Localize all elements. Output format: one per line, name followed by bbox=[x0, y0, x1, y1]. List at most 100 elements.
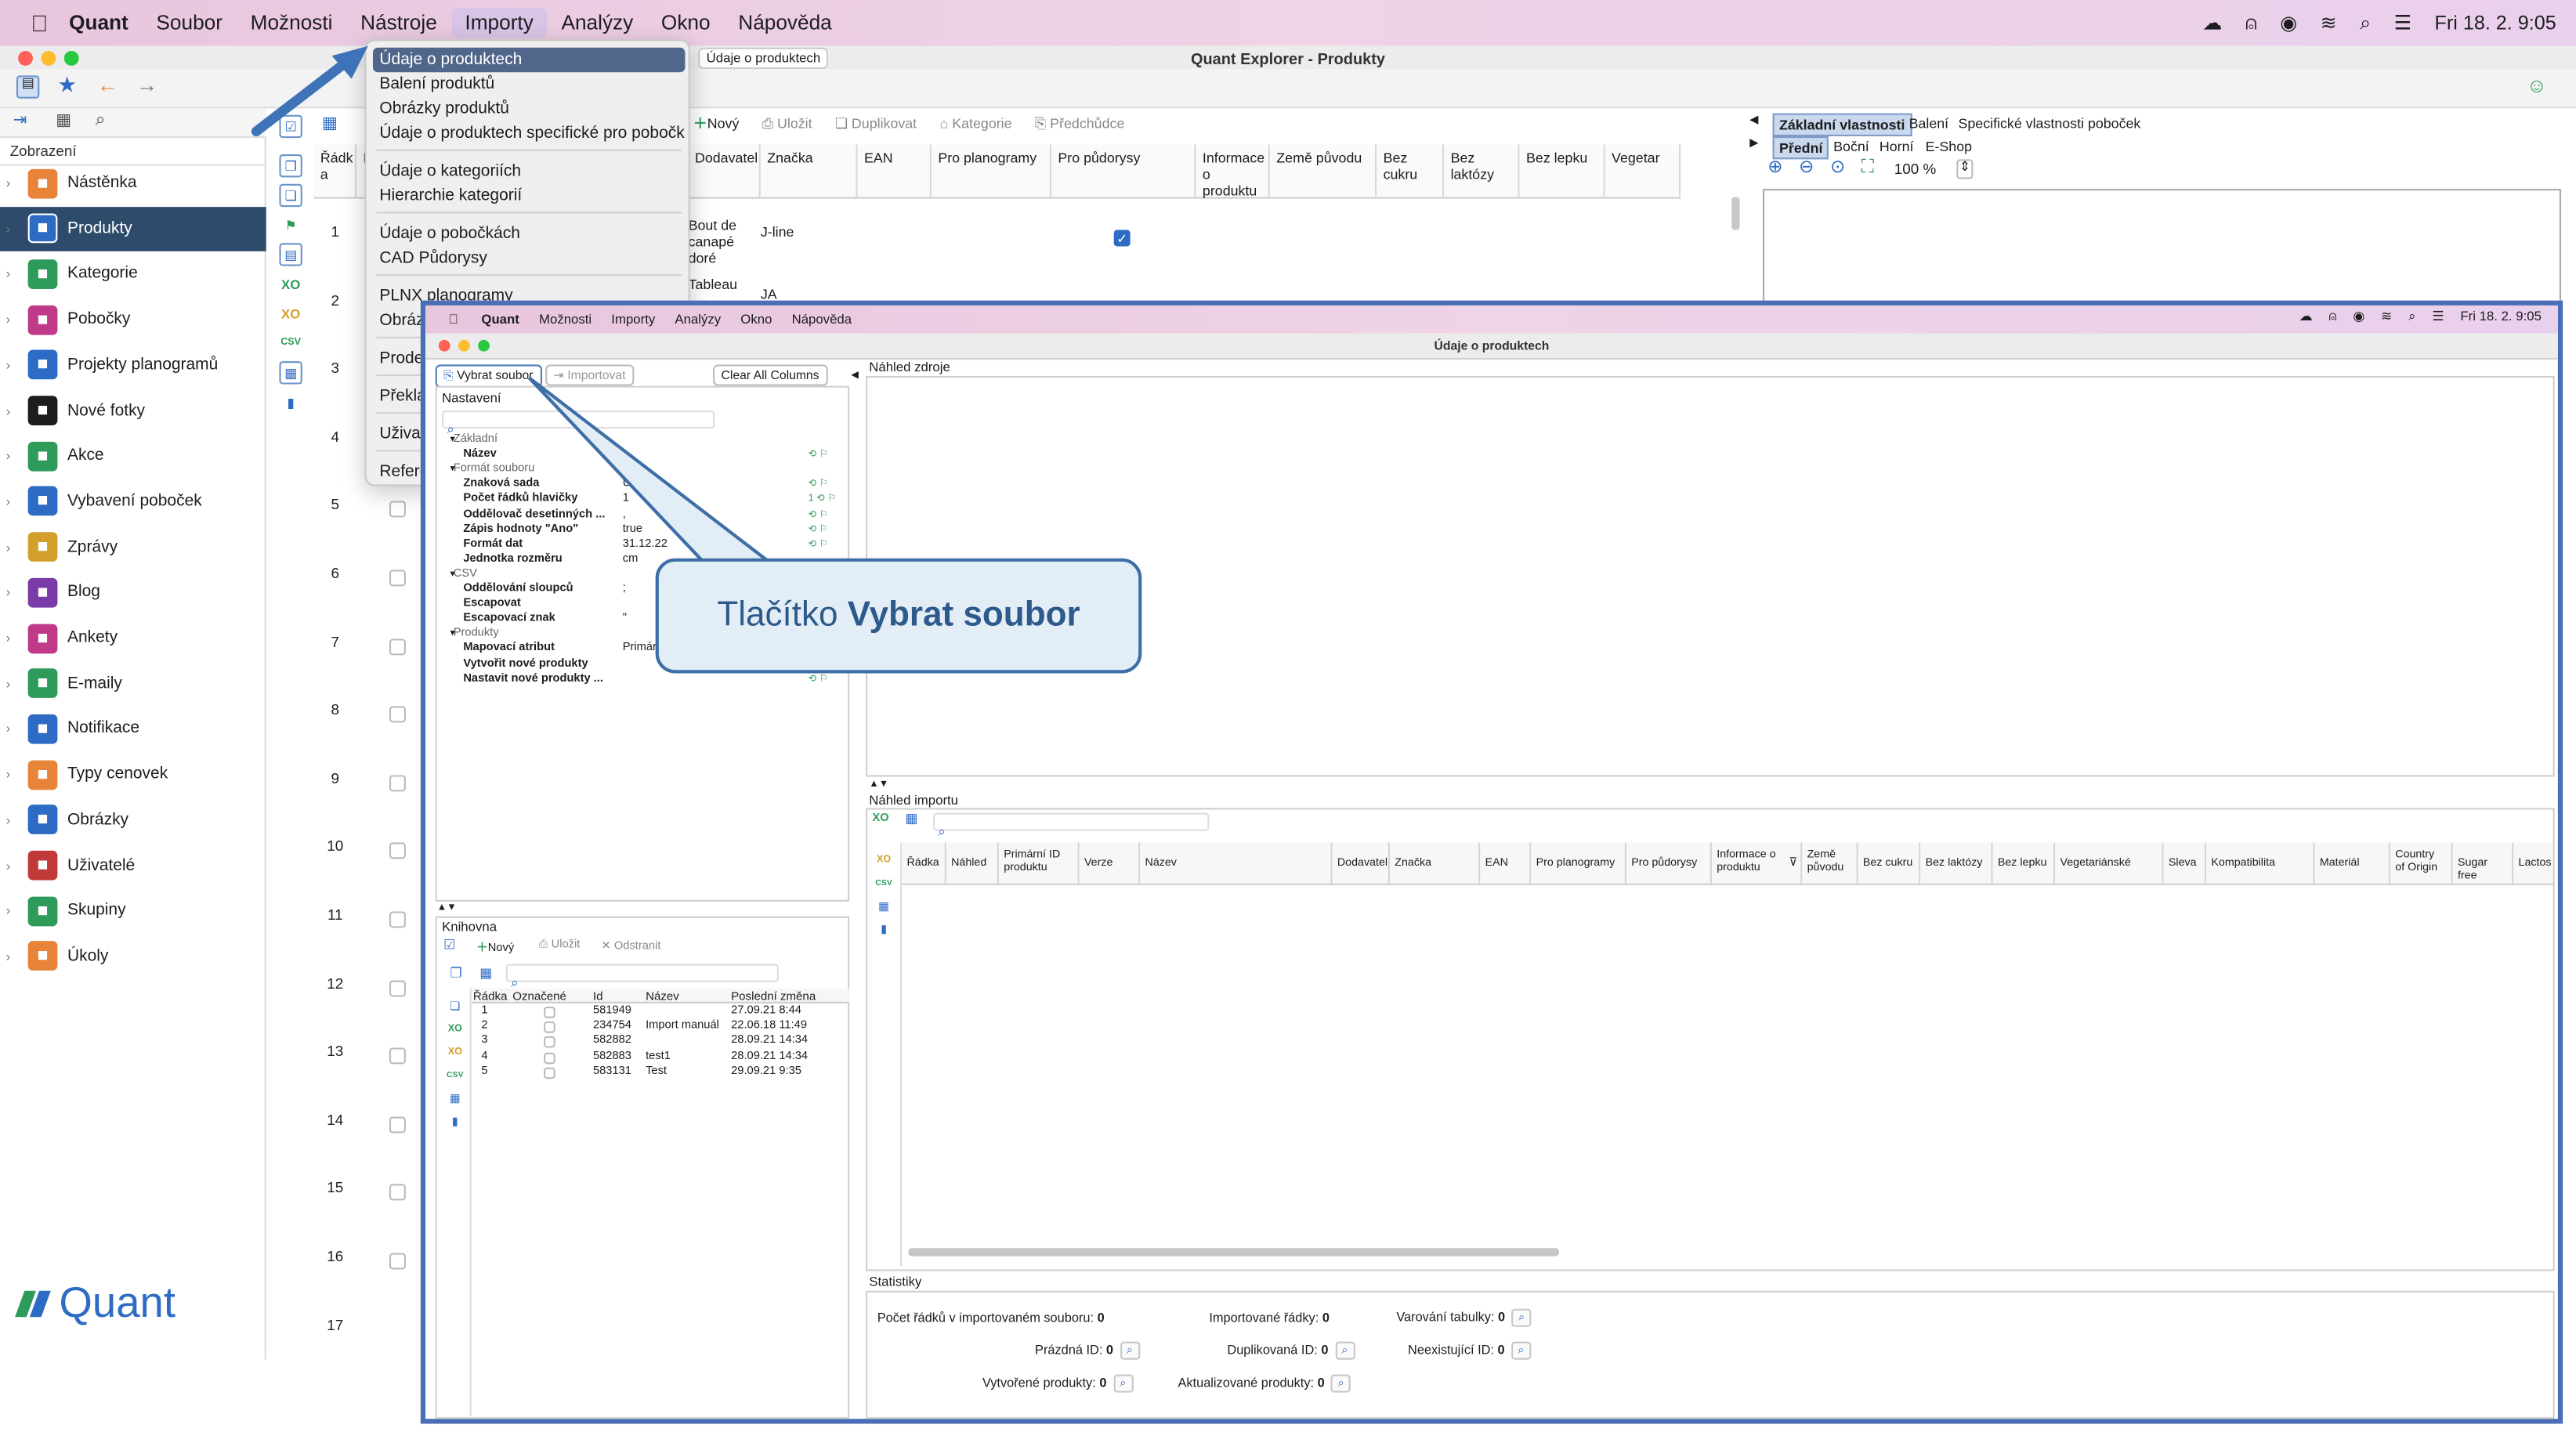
tab-packaging[interactable]: Balení bbox=[1904, 114, 1953, 133]
csv-icon[interactable]: CSV bbox=[875, 875, 892, 891]
import-column-header[interactable]: Country of Origin bbox=[2390, 842, 2453, 885]
column-header[interactable]: Pro planogramy bbox=[931, 144, 1052, 199]
vpn-icon[interactable]: ⍝ bbox=[2245, 13, 2257, 33]
tab-udaje-o-produktech[interactable]: Údaje o produktech bbox=[698, 47, 829, 70]
row-number[interactable]: 6 bbox=[314, 565, 357, 581]
row-number[interactable]: 5 bbox=[314, 497, 357, 513]
menu-soubor[interactable]: Soubor bbox=[143, 8, 236, 38]
chevron-right-icon[interactable]: › bbox=[0, 540, 16, 555]
expand-arrow-icon[interactable]: ▶ bbox=[1749, 138, 1758, 150]
table-settings-icon[interactable]: ▦ bbox=[279, 361, 302, 385]
menu-item-import-5[interactable]: Hierarchie kategorií bbox=[373, 184, 685, 208]
menu-moznosti[interactable]: Možnosti bbox=[237, 8, 346, 38]
tab-eshop-view[interactable]: E-Shop bbox=[1920, 136, 1977, 156]
row-number[interactable]: 1 bbox=[314, 223, 357, 240]
chevron-right-icon[interactable]: › bbox=[0, 721, 16, 736]
wifi-icon[interactable]: ≋ bbox=[2321, 13, 2337, 33]
menu-nastroje[interactable]: Nástroje bbox=[347, 8, 450, 38]
select-all-icon[interactable]: ☑ bbox=[443, 938, 455, 953]
zoom-out-icon[interactable]: ⊖ bbox=[1799, 158, 1814, 177]
row-number[interactable]: 9 bbox=[314, 770, 357, 787]
predecessor-button[interactable]: ⎘ Předchůdce bbox=[1035, 114, 1124, 132]
zoom-in-icon[interactable]: ⌕ bbox=[1113, 1374, 1133, 1393]
product-supplier-cell[interactable]: JA bbox=[761, 286, 777, 302]
column-header[interactable]: Bez cukru bbox=[1377, 144, 1445, 199]
csv-icon[interactable]: CSV bbox=[279, 331, 302, 354]
sidebar-item-groups[interactable]: › ■ Skupiny bbox=[0, 888, 266, 933]
sidebar-item-email[interactable]: › ■ E-maily bbox=[0, 661, 266, 706]
settings-row[interactable]: Nastavit nové produkty ... ⟲ ⚐ bbox=[450, 673, 853, 688]
row-number[interactable]: 3 bbox=[314, 360, 357, 376]
sidebar-item-promo[interactable]: › ■ Akce bbox=[0, 434, 266, 479]
apple-icon[interactable]:  bbox=[448, 312, 458, 327]
menu-item-import-0[interactable]: Údaje o produktech bbox=[372, 47, 686, 73]
column-header[interactable]: Značka bbox=[760, 144, 858, 199]
import-column-header[interactable]: Bez cukru bbox=[1858, 842, 1921, 885]
tab-front-view[interactable]: Přední bbox=[1772, 136, 1829, 160]
row-number[interactable]: 10 bbox=[314, 838, 357, 855]
splitter-arrows-icon[interactable]: ▲▼ bbox=[437, 903, 457, 913]
column-header[interactable]: Vegetar bbox=[1605, 144, 1681, 199]
row-number[interactable]: 11 bbox=[314, 906, 357, 923]
favorite-star-icon[interactable]: ★ bbox=[57, 74, 76, 95]
import-column-header[interactable]: EAN bbox=[1480, 842, 1532, 885]
duplicate-icon[interactable]: ❏ bbox=[279, 183, 302, 208]
chevron-right-icon[interactable]: › bbox=[0, 631, 16, 645]
control-center-icon[interactable]: ☰ bbox=[2394, 13, 2412, 33]
library-search-input[interactable]: ⌕ bbox=[505, 964, 779, 990]
row-number[interactable]: 8 bbox=[314, 702, 357, 718]
library-col-name[interactable]: Název bbox=[646, 989, 679, 1003]
chevron-right-icon[interactable]: › bbox=[0, 585, 16, 600]
import-column-header[interactable]: Pro půdorysy bbox=[1626, 842, 1712, 885]
row-checkbox[interactable] bbox=[389, 570, 406, 587]
sidebar-item-users[interactable]: › ■ Uživatelé bbox=[0, 843, 266, 888]
import-column-header[interactable]: Náhled bbox=[946, 842, 999, 885]
import-column-header[interactable]: Bez laktózy bbox=[1920, 842, 1993, 885]
cloud-icon[interactable]: ☁ bbox=[2299, 309, 2313, 325]
library-col-row[interactable]: Řádka bbox=[473, 989, 508, 1003]
import-column-header[interactable]: Značka bbox=[1389, 842, 1481, 885]
import-preview-search-input[interactable]: ⌕ bbox=[933, 812, 1210, 839]
zoom-in-icon[interactable]: ⊕ bbox=[1767, 158, 1782, 177]
column-header[interactable]: Dodavatel bbox=[688, 144, 761, 199]
play-circle-icon[interactable]: ◉ bbox=[2353, 309, 2364, 325]
save-product-button[interactable]: ⎙ Uložit bbox=[762, 114, 812, 132]
column-header[interactable]: Bez laktózy bbox=[1444, 144, 1520, 199]
menu-moznosti[interactable]: Možnosti bbox=[529, 310, 601, 328]
row-number[interactable]: 12 bbox=[314, 975, 357, 991]
new-product-button[interactable]: ＋Nový bbox=[693, 114, 739, 133]
settings-value[interactable]: " bbox=[623, 613, 627, 624]
bookmark-icon[interactable]: ⚑ bbox=[279, 214, 302, 237]
menu-item-import-7[interactable]: CAD Půdorysy bbox=[373, 246, 685, 270]
library-row-checkbox[interactable] bbox=[544, 1067, 555, 1079]
csv-icon[interactable]: CSV bbox=[447, 1068, 464, 1084]
menu-app[interactable]: Quant bbox=[472, 310, 530, 328]
table-settings-icon[interactable]: ▦ bbox=[876, 899, 892, 915]
row-number[interactable]: 2 bbox=[314, 291, 357, 308]
import-column-header[interactable]: Primární ID produktu bbox=[998, 842, 1080, 885]
import-column-header[interactable]: Bez lepku bbox=[1992, 842, 2056, 885]
wifi-icon[interactable]: ≋ bbox=[2381, 309, 2392, 325]
product-name-cell[interactable]: Bout de canapé doré bbox=[689, 217, 754, 266]
row-checkbox[interactable] bbox=[389, 1116, 406, 1134]
library-table-row[interactable]: 4 582883 test1 28.09.21 14:34 bbox=[472, 1050, 849, 1065]
apple-icon[interactable]:  bbox=[23, 12, 56, 34]
import-column-header[interactable]: Verze bbox=[1079, 842, 1141, 885]
zoom-level[interactable]: 100 % bbox=[1894, 161, 1937, 177]
row-number[interactable]: 14 bbox=[314, 1112, 357, 1128]
chevron-right-icon[interactable]: › bbox=[0, 812, 16, 827]
table-scrollbar[interactable] bbox=[1731, 197, 1740, 230]
tab-side-view[interactable]: Boční bbox=[1829, 136, 1874, 156]
chevron-right-icon[interactable]: › bbox=[0, 676, 16, 691]
column-header[interactable]: Země původu bbox=[1269, 144, 1377, 199]
import-column-header[interactable]: Materiál bbox=[2314, 842, 2390, 885]
chevron-right-icon[interactable]: › bbox=[0, 266, 16, 281]
search-icon[interactable]: ⌕ bbox=[2360, 13, 2371, 33]
excel-import-icon[interactable]: XO bbox=[279, 273, 302, 295]
list-icon[interactable]: ▦ bbox=[56, 113, 71, 130]
fit-screen-icon[interactable]: ⛶ bbox=[1861, 158, 1874, 177]
chart-icon[interactable]: ▮ bbox=[447, 1113, 463, 1130]
menu-item-import-6[interactable]: Údaje o pobočkách bbox=[373, 222, 685, 246]
library-remove-button[interactable]: ✕ Odstranit bbox=[601, 939, 660, 953]
sidebar-item-notification[interactable]: › ■ Notifikace bbox=[0, 707, 266, 751]
